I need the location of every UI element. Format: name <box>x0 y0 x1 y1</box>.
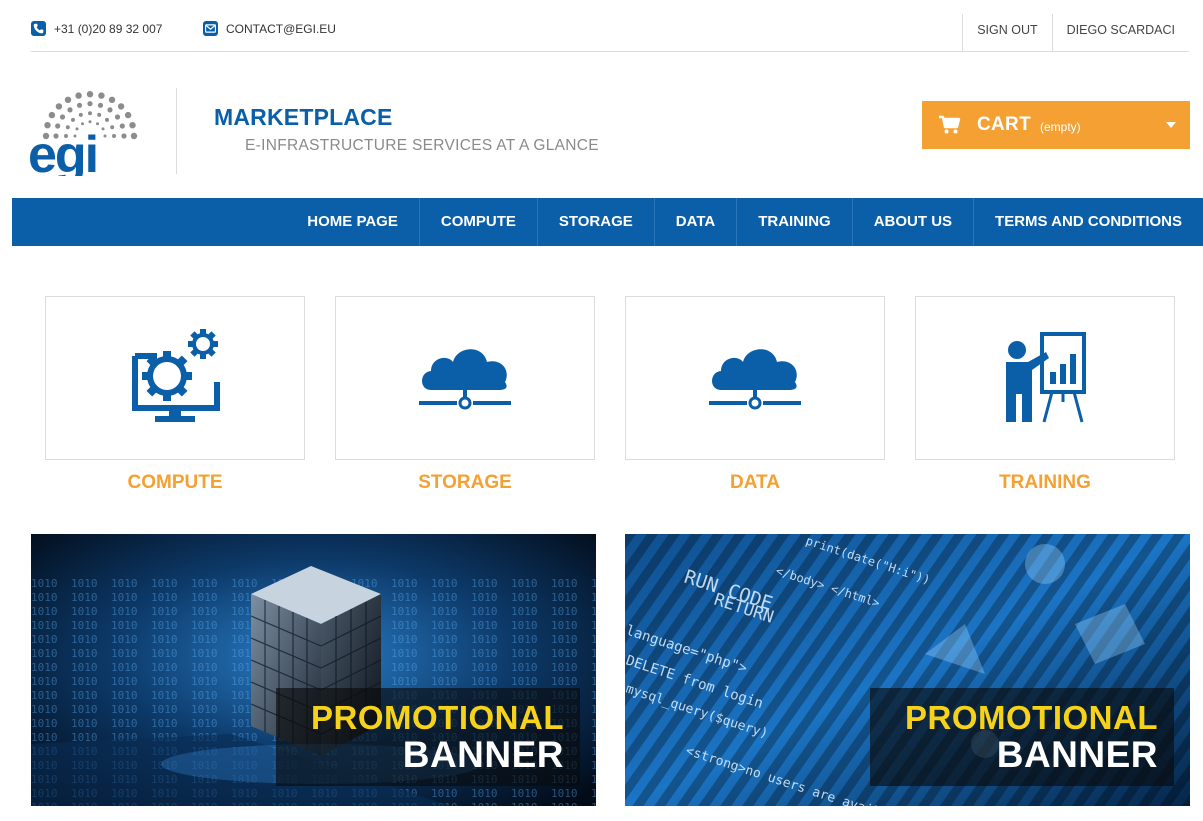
nav-terms-and-conditions[interactable]: TERMS AND CONDITIONS <box>973 198 1203 246</box>
nav-home-page[interactable]: HOME PAGE <box>286 198 419 246</box>
cart-icon <box>939 115 961 134</box>
envelope-icon <box>203 21 218 36</box>
egi-logo[interactable]: egi <box>28 84 148 184</box>
email-contact[interactable]: CONTACT@EGI.EU <box>203 21 336 36</box>
top-bar: +31 (0)20 89 32 007 CONTACT@EGI.EU SIGN … <box>31 14 1189 52</box>
logo-dot <box>98 92 105 99</box>
logo-dot <box>130 132 138 140</box>
cloud-network-icon <box>709 349 801 410</box>
header-divider <box>176 88 177 174</box>
logo-dot <box>124 111 132 119</box>
logo-dot <box>96 122 99 126</box>
presenter-chart-icon <box>1006 332 1086 423</box>
email-address: CONTACT@EGI.EU <box>226 21 336 36</box>
logo-dot <box>108 96 116 103</box>
logo-dot <box>119 123 125 129</box>
logo-dot <box>64 96 72 103</box>
phone-contact[interactable]: +31 (0)20 89 32 007 <box>31 21 162 36</box>
nav-storage[interactable]: STORAGE <box>536 198 654 246</box>
banner-line-1: PROMOTIONAL <box>905 699 1158 736</box>
logo-dot <box>114 114 121 120</box>
user-account-link[interactable]: DIEGO SCARDACI <box>1051 14 1189 51</box>
category-label[interactable]: TRAINING <box>915 472 1175 494</box>
logo-dot <box>55 103 63 110</box>
category-label[interactable]: STORAGE <box>335 472 595 494</box>
category-label[interactable]: DATA <box>625 472 885 494</box>
category-label[interactable]: COMPUTE <box>45 472 305 494</box>
logo-dot <box>88 111 92 116</box>
logo-dot <box>71 117 75 122</box>
logo-dot <box>117 103 125 110</box>
nav-training[interactable]: TRAINING <box>736 198 852 246</box>
phone-number: +31 (0)20 89 32 007 <box>54 21 163 36</box>
phone-icon <box>31 21 46 36</box>
category-card[interactable] <box>915 296 1175 460</box>
logo-dot <box>103 134 107 138</box>
logo-dot <box>48 111 56 119</box>
logo-dot <box>86 91 94 98</box>
user-links: SIGN OUT DIEGO SCARDACI <box>962 14 1189 51</box>
category-storage[interactable]: STORAGE <box>335 296 595 494</box>
nav-data[interactable]: DATA <box>653 198 736 246</box>
promo-banner[interactable]: 1010 PROMOTIONAL BANNER <box>31 534 596 806</box>
nav-about-us[interactable]: ABOUT US <box>851 198 973 246</box>
logo-dot <box>129 122 136 129</box>
logo-dot <box>78 112 83 117</box>
cart-button[interactable]: CART (empty) <box>922 101 1190 149</box>
banner-line-1: PROMOTIONAL <box>311 699 564 736</box>
category-card[interactable] <box>335 296 595 460</box>
category-card[interactable] <box>625 296 885 460</box>
site-subtitle: E-INFRASTRUCTURE SERVICES AT A GLANCE <box>245 137 599 154</box>
logo-dot <box>101 127 105 131</box>
monitor-gears-icon <box>132 329 220 422</box>
cart-label: CART <box>977 114 1031 135</box>
logo-dot <box>97 102 104 108</box>
logo-dot <box>67 107 73 113</box>
category-compute[interactable]: COMPUTE <box>45 296 305 494</box>
cloud-network-icon <box>419 349 511 410</box>
category-card[interactable] <box>45 296 305 460</box>
nav-compute[interactable]: COMPUTE <box>418 198 537 246</box>
logo-dot <box>112 134 116 138</box>
logo-dot <box>121 133 127 139</box>
logo-dot <box>76 102 83 108</box>
cart-status: (empty) <box>1039 120 1081 134</box>
logo-dot <box>105 117 109 122</box>
banner-caption: PROMOTIONAL BANNER <box>870 688 1174 786</box>
banner-line-2: BANNER <box>996 734 1158 775</box>
logo-dot <box>75 92 82 99</box>
category-data[interactable]: DATA <box>625 296 885 494</box>
logo-dot <box>81 122 84 126</box>
logo-dot <box>88 120 92 124</box>
logo-dot <box>59 114 66 120</box>
logo-text: egi <box>28 126 97 176</box>
sign-out-link[interactable]: SIGN OUT <box>962 14 1051 51</box>
logo-dot <box>110 125 115 130</box>
banner-caption: PROMOTIONAL BANNER <box>276 688 580 786</box>
promo-banner[interactable]: RUN CODE RETURN language="php"> DELETE f… <box>625 534 1190 806</box>
logo-dot <box>87 101 93 107</box>
logo-dot <box>97 112 102 117</box>
logo-dot <box>107 107 113 113</box>
category-training[interactable]: TRAINING <box>915 296 1175 494</box>
chevron-down-icon[interactable] <box>1166 122 1176 128</box>
site-title[interactable]: MARKETPLACE <box>214 104 393 131</box>
banner-line-2: BANNER <box>402 734 564 775</box>
main-nav: HOME PAGE COMPUTE STORAGE DATA TRAINING … <box>12 198 1203 246</box>
